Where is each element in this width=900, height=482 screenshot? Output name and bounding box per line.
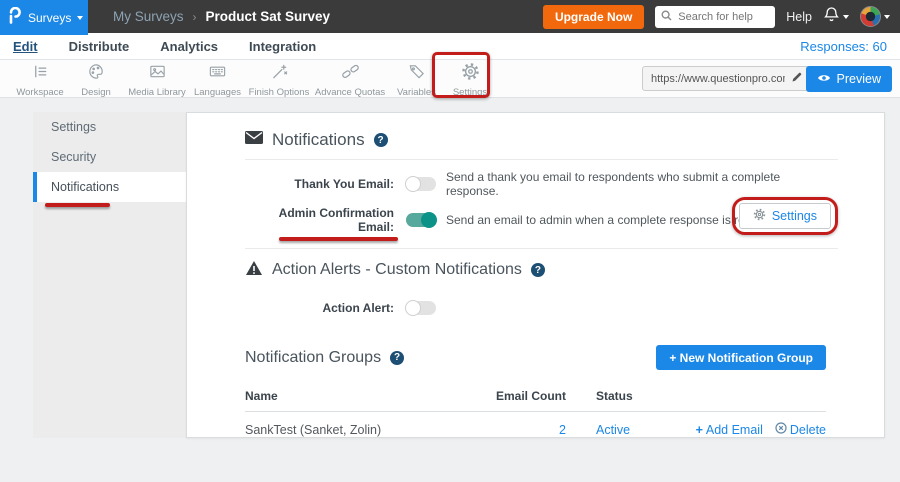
thank-you-email-description: Send a thank you email to respondents wh… <box>446 170 826 198</box>
toolbar-item-languages[interactable]: Languages <box>189 62 246 98</box>
questionpro-logo-icon <box>8 7 22 29</box>
settings-page: Settings Security Notifications Notifica… <box>0 98 900 482</box>
action-alerts-section-header: Action Alerts - Custom Notifications ? <box>245 259 826 281</box>
advance-quotas-icon <box>341 62 360 86</box>
questionpro-app-window: Surveys My Surveys › Product Sat Survey … <box>0 0 900 482</box>
admin-confirmation-email-toggle[interactable] <box>406 213 436 227</box>
notification-groups-title: Notification Groups <box>245 349 381 367</box>
top-bar: Surveys My Surveys › Product Sat Survey … <box>0 0 900 33</box>
delete-link[interactable]: Delete <box>775 422 826 437</box>
toolbar-items: Workspace Design Media Library Languages <box>13 62 495 98</box>
warning-triangle-icon <box>245 260 263 281</box>
eye-icon <box>817 72 831 86</box>
notifications-bell-menu[interactable] <box>823 6 849 28</box>
breadcrumb: My Surveys › Product Sat Survey <box>113 0 330 33</box>
plus-icon: + <box>696 423 703 437</box>
help-link[interactable]: Help <box>786 10 812 24</box>
column-header-name: Name <box>245 389 456 403</box>
toolbar-item-advance-quotas[interactable]: Advance Quotas <box>312 62 388 98</box>
toolbar-item-media-library[interactable]: Media Library <box>125 62 189 98</box>
breadcrumb-current-survey: Product Sat Survey <box>206 9 331 24</box>
help-search-input[interactable] <box>676 10 768 24</box>
gear-icon <box>753 208 766 224</box>
media-library-icon <box>148 62 167 86</box>
notifications-panel: Notifications ? Thank You Email: Send a … <box>186 112 885 438</box>
chevron-down-icon <box>843 15 849 19</box>
chevron-down-icon <box>884 15 890 19</box>
toolbar-item-workspace[interactable]: Workspace <box>13 62 67 98</box>
survey-url-input[interactable] <box>649 72 787 86</box>
sidebar-item-notifications[interactable]: Notifications <box>33 172 186 202</box>
surveys-menu-label: Surveys <box>28 11 71 25</box>
thank-you-email-row: Thank You Email: Send a thank you email … <box>245 170 826 198</box>
user-avatar <box>860 6 881 27</box>
edit-toolbar: Workspace Design Media Library Languages <box>0 60 900 98</box>
table-row: SankTest (Sanket, Zolin) 2 Active + Add … <box>245 412 826 447</box>
admin-confirmation-email-label: Admin Confirmation Email: <box>245 206 400 234</box>
notification-groups-table: Name Email Count Status SankTest (Sanket… <box>245 380 826 447</box>
annotation-admin-email-underline <box>279 237 398 241</box>
responses-count[interactable]: Responses: 60 <box>800 39 887 54</box>
notifications-section-header: Notifications ? <box>245 129 826 151</box>
survey-nav-tabs: Edit Distribute Analytics Integration Re… <box>0 33 900 60</box>
admin-confirmation-email-row: Admin Confirmation Email: Send an email … <box>245 206 826 234</box>
action-alert-toggle[interactable] <box>406 301 436 315</box>
tab-edit[interactable]: Edit <box>13 39 38 54</box>
breadcrumb-my-surveys[interactable]: My Surveys <box>113 9 184 24</box>
settings-gear-icon <box>461 62 480 86</box>
table-header-row: Name Email Count Status <box>245 380 826 412</box>
toolbar-item-settings[interactable]: Settings <box>445 62 495 98</box>
annotation-settings-button-highlight: Settings <box>732 197 838 235</box>
thank-you-email-toggle[interactable] <box>406 177 436 191</box>
admin-email-settings-button[interactable]: Settings <box>739 203 831 229</box>
toolbar-item-variables[interactable]: Variables <box>388 62 445 98</box>
breadcrumb-separator-icon: › <box>193 10 197 24</box>
tab-analytics[interactable]: Analytics <box>160 39 218 54</box>
action-alert-label: Action Alert: <box>245 301 400 315</box>
workspace-icon <box>31 62 50 86</box>
help-question-icon[interactable]: ? <box>390 351 404 365</box>
chevron-down-icon <box>77 16 83 20</box>
notification-groups-header: Notification Groups ? + New Notification… <box>245 345 826 370</box>
surveys-product-menu[interactable]: Surveys <box>0 0 88 35</box>
settings-side-nav: Settings Security Notifications <box>33 112 186 438</box>
bell-icon <box>823 6 840 28</box>
new-notification-group-button[interactable]: + New Notification Group <box>656 345 826 370</box>
search-icon <box>661 8 672 26</box>
finish-options-icon <box>270 62 289 86</box>
preview-button[interactable]: Preview <box>806 66 892 92</box>
topbar-right-cluster: Upgrade Now Help <box>543 0 890 33</box>
survey-url-field[interactable] <box>642 66 810 91</box>
envelope-icon <box>245 131 263 149</box>
thank-you-email-label: Thank You Email: <box>245 177 400 191</box>
action-alerts-title: Action Alerts - Custom Notifications <box>272 261 522 279</box>
toolbar-item-finish-options[interactable]: Finish Options <box>246 62 312 98</box>
delete-circle-x-icon <box>775 422 787 437</box>
help-question-icon[interactable]: ? <box>374 133 388 147</box>
divider <box>245 159 838 160</box>
divider <box>245 248 838 249</box>
status-link[interactable]: Active <box>596 423 630 437</box>
notifications-title: Notifications <box>272 130 365 150</box>
tab-distribute[interactable]: Distribute <box>69 39 130 54</box>
tab-integration[interactable]: Integration <box>249 39 316 54</box>
account-menu[interactable] <box>860 6 890 27</box>
help-question-icon[interactable]: ? <box>531 263 545 277</box>
column-header-status: Status <box>566 389 666 403</box>
action-alert-row: Action Alert: <box>245 295 826 321</box>
variables-icon <box>407 62 426 86</box>
upgrade-now-button[interactable]: Upgrade Now <box>543 5 644 29</box>
email-count-link[interactable]: 2 <box>559 423 566 437</box>
group-name: SankTest (Sanket, Zolin) <box>245 423 456 437</box>
sidebar-item-settings[interactable]: Settings <box>33 112 186 142</box>
design-icon <box>87 62 106 86</box>
sidebar-item-security[interactable]: Security <box>33 142 186 172</box>
help-search-box[interactable] <box>655 6 775 28</box>
column-header-email-count: Email Count <box>456 389 566 403</box>
add-email-link[interactable]: + Add Email <box>696 423 763 437</box>
toolbar-item-design[interactable]: Design <box>67 62 125 98</box>
languages-icon <box>208 62 227 86</box>
edit-pencil-icon[interactable] <box>791 70 803 88</box>
